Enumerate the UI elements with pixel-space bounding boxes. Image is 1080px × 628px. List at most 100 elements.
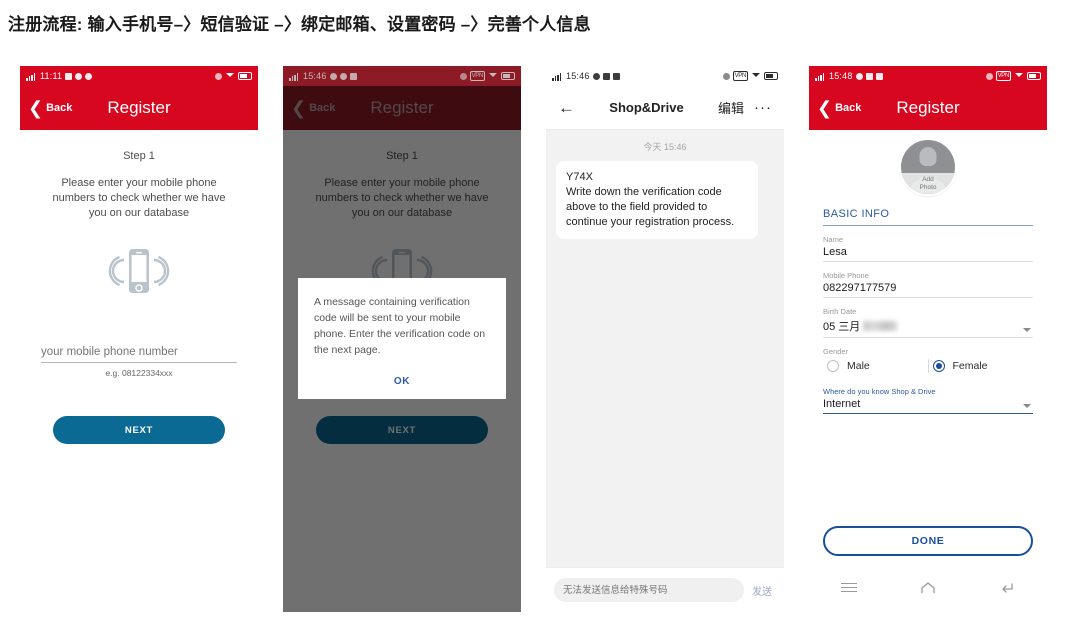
field-gender: Gender Male Female xyxy=(823,347,1033,376)
vpn-icon: VPN xyxy=(469,71,485,81)
dialog-message: A message containing verification code w… xyxy=(314,296,486,356)
screenshot-panel-2: 15:46 VPN ❮ Back Register Step 1 Please … xyxy=(283,66,521,612)
radio-male[interactable]: Male xyxy=(823,360,928,372)
system-nav-bar xyxy=(809,568,1047,608)
sim-icon xyxy=(865,72,873,80)
home-icon[interactable] xyxy=(920,581,936,595)
conversation-timestamp: 今天 15:46 xyxy=(643,142,687,152)
radio-icon-selected[interactable] xyxy=(932,360,945,372)
dialog-ok-button[interactable]: OK xyxy=(394,376,410,387)
back-arrow-icon[interactable]: ← xyxy=(558,99,575,116)
field-label: Where do you know Shop & Drive xyxy=(823,387,936,396)
mobile-phone-input[interactable] xyxy=(41,346,237,363)
status-bar-right: VPN xyxy=(985,71,1041,81)
back-chevron-icon[interactable]: ❮ xyxy=(817,99,832,117)
signal-icon xyxy=(815,72,826,81)
battery-icon xyxy=(1027,72,1041,80)
clock-icon xyxy=(85,72,93,80)
status-bar: 11:11 xyxy=(20,66,258,86)
status-time: 15:46 xyxy=(303,71,327,81)
status-time: 15:48 xyxy=(829,71,853,81)
mobile-phone-illustration-icon xyxy=(107,243,171,310)
clock-icon xyxy=(592,72,600,80)
status-bar-left: 15:46 xyxy=(289,71,357,81)
chevron-down-icon[interactable] xyxy=(1023,404,1031,408)
radio-icon[interactable] xyxy=(827,360,839,372)
field-mobile-phone[interactable]: Mobile Phone 082297177579 xyxy=(823,271,1033,298)
field-label: Birth Date xyxy=(823,307,857,316)
step-label: Step 1 xyxy=(123,150,155,162)
app-bar: ← Shop&Drive 编辑 ··· xyxy=(546,86,784,130)
add-photo-line2: Photo xyxy=(919,184,937,191)
field-name[interactable]: Name Lesa xyxy=(823,235,1033,262)
chevron-down-icon[interactable] xyxy=(1023,328,1031,332)
sim-icon xyxy=(349,72,357,80)
status-bar: 15:46 VPN xyxy=(283,66,521,86)
gender-radio-group: Male Female xyxy=(823,359,1033,373)
field-label: Mobile Phone xyxy=(823,271,869,280)
avatar-wrapper: Add Photo xyxy=(823,140,1033,194)
signal-icon xyxy=(552,72,563,81)
status-time: 15:46 xyxy=(566,71,590,81)
wifi-icon xyxy=(225,72,235,80)
status-bar-left: 15:46 xyxy=(552,71,620,81)
register-step1-body: Step 1 Please enter your mobile phone nu… xyxy=(20,130,258,612)
screenshot-panel-3: 15:46 VPN ← Shop&Drive 编辑 ··· 今天 15:46 Y… xyxy=(546,66,784,612)
field-label: Gender xyxy=(823,347,849,356)
screenshot-panel-1: 11:11 ❮ Back Register Step 1 Please ente… xyxy=(20,66,258,612)
more-options-icon[interactable]: ··· xyxy=(754,99,772,116)
back-chevron-icon[interactable]: ❮ xyxy=(28,99,43,117)
field-label: Name xyxy=(823,235,844,244)
clock-icon xyxy=(855,72,863,80)
radio-label: Female xyxy=(952,360,988,372)
status-bar-left: 11:11 xyxy=(26,71,93,81)
status-bar-right xyxy=(215,72,252,80)
field-birth-date[interactable]: Birth Date 05 三月 xyxy=(823,307,1033,338)
section-header-basic-info: BASIC INFO xyxy=(823,208,1033,226)
notification-dot-icon xyxy=(75,72,83,80)
back-icon[interactable] xyxy=(999,581,1015,595)
notification-dot-icon xyxy=(329,72,337,80)
app-icon xyxy=(612,72,620,80)
avatar[interactable]: Add Photo xyxy=(901,140,955,194)
back-button-label[interactable]: Back xyxy=(835,102,861,114)
add-photo-label[interactable]: Add Photo xyxy=(901,173,955,194)
verification-dialog: A message containing verification code w… xyxy=(298,278,506,399)
sim-icon xyxy=(602,72,610,80)
phone-field-wrapper: e.g. 08122334xxx xyxy=(41,342,237,378)
add-photo-line1: Add xyxy=(922,176,934,183)
field-referral-source[interactable]: Where do you know Shop & Drive Internet xyxy=(823,387,1033,414)
battery-icon xyxy=(764,72,778,80)
phone-field-hint: e.g. 08122334xxx xyxy=(105,368,173,378)
status-bar: 15:48 VPN xyxy=(809,66,1047,86)
field-value: 082297177579 xyxy=(823,282,897,294)
conversation-body: 今天 15:46 Y74X Write down the verificatio… xyxy=(546,130,784,567)
vpn-icon: VPN xyxy=(732,71,748,81)
radio-female[interactable]: Female xyxy=(929,360,1034,372)
recents-icon[interactable] xyxy=(840,581,857,595)
mute-icon xyxy=(215,72,222,80)
verification-code-text: Y74X xyxy=(566,171,593,183)
field-value: Lesa xyxy=(823,246,847,258)
app-bar: ❮ Back Register xyxy=(809,86,1047,130)
mute-icon xyxy=(459,72,467,80)
screenshot-panel-4: 15:48 VPN ❮ Back Register Add Photo BASI… xyxy=(809,66,1047,612)
field-value-wrapper: 05 三月 xyxy=(823,318,1033,334)
send-button[interactable]: 发送 xyxy=(752,583,776,598)
back-button-label[interactable]: Back xyxy=(46,102,72,114)
wifi-icon xyxy=(1014,72,1024,80)
battery-icon xyxy=(501,72,515,80)
done-button[interactable]: DONE xyxy=(823,526,1033,556)
signal-icon xyxy=(26,72,37,81)
edit-button[interactable]: 编辑 xyxy=(718,98,744,117)
mute-icon xyxy=(985,72,993,80)
radio-label: Male xyxy=(847,360,870,372)
message-composer: 发送 xyxy=(546,567,784,612)
message-input[interactable] xyxy=(554,578,744,602)
avatar-head-shape xyxy=(919,147,937,166)
wifi-icon xyxy=(488,72,498,80)
message-body-text: Write down the verification code above t… xyxy=(566,186,735,228)
mute-icon xyxy=(722,72,730,80)
wifi-icon xyxy=(751,72,761,80)
next-button[interactable]: NEXT xyxy=(53,416,225,444)
